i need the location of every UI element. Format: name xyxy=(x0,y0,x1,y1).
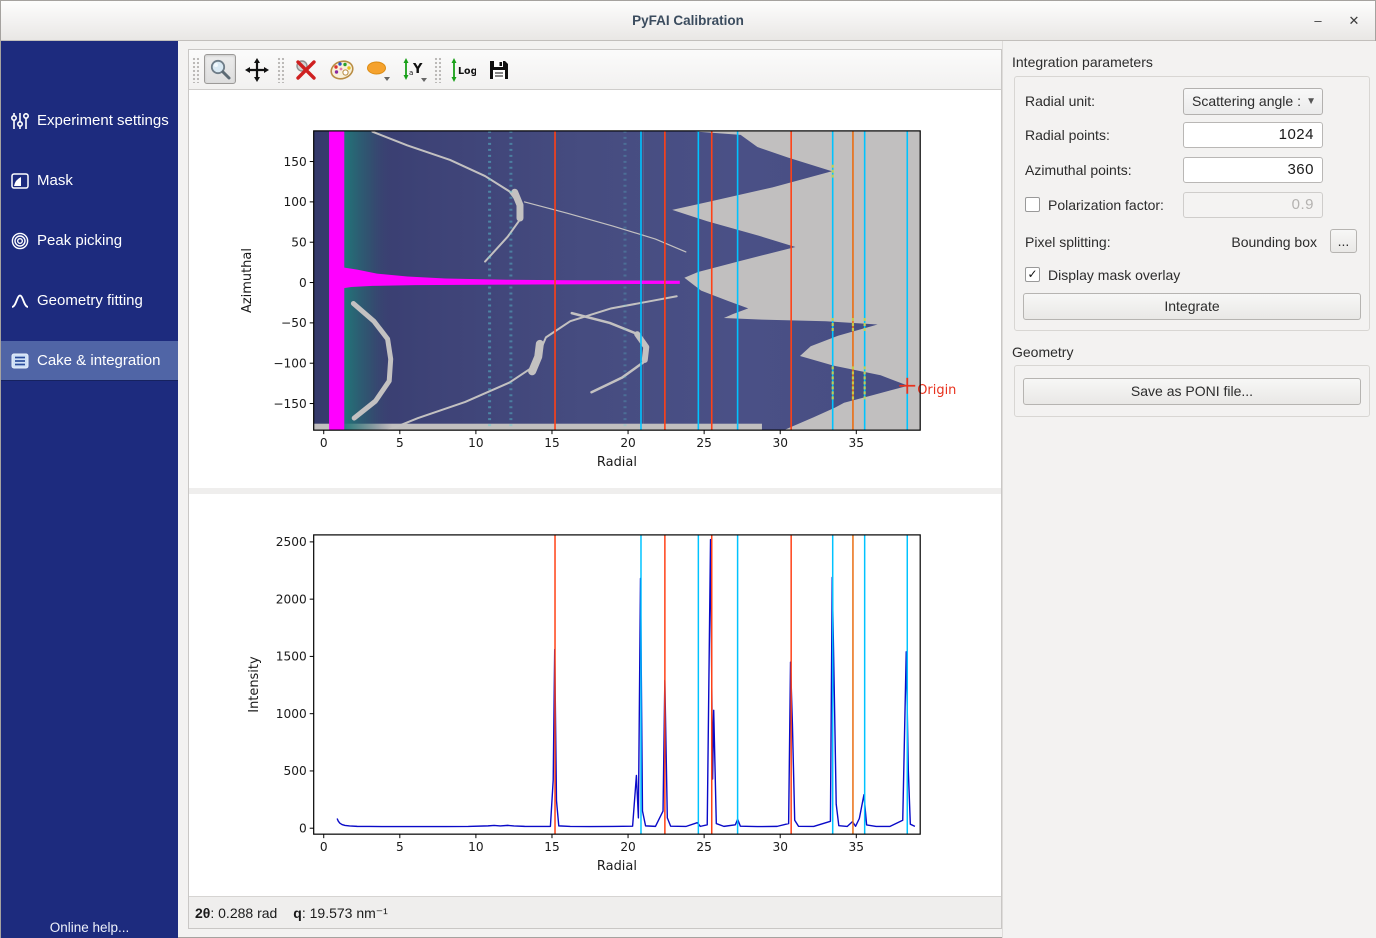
svg-text:150: 150 xyxy=(284,155,307,169)
svg-text:15: 15 xyxy=(544,436,559,450)
chevron-down-icon: ▼ xyxy=(1306,89,1316,114)
svg-text:5: 5 xyxy=(396,840,404,854)
svg-text:10: 10 xyxy=(468,436,483,450)
save-button[interactable] xyxy=(482,54,514,84)
svg-text:2500: 2500 xyxy=(276,535,307,549)
sidebar-item-geometry-fitting[interactable]: Geometry fitting xyxy=(1,281,178,321)
mask-icon xyxy=(10,171,30,191)
window-title: PyFAI Calibration xyxy=(1,1,1375,41)
sidebar-item-experiment-settings[interactable]: Experiment settings xyxy=(1,101,178,141)
svg-text:Origin: Origin xyxy=(917,383,956,398)
toolbar-handle xyxy=(192,57,199,83)
cake-xlabel: Radial xyxy=(597,455,637,470)
remove-rings-button[interactable] xyxy=(289,54,321,84)
svg-text:20: 20 xyxy=(620,436,635,450)
svg-text:Y: Y xyxy=(412,62,423,77)
svg-text:1500: 1500 xyxy=(276,650,307,664)
svg-text:30: 30 xyxy=(772,436,787,450)
svg-text:0: 0 xyxy=(299,276,307,290)
online-help-link[interactable]: Online help... xyxy=(1,920,178,935)
colormap-button[interactable] xyxy=(325,54,357,84)
integration-parameters-title: Integration parameters xyxy=(1012,54,1153,70)
pixel-splitting-more-button[interactable]: ... xyxy=(1330,229,1357,253)
cake-ylabel: Azimuthal xyxy=(240,248,255,313)
sidebar-item-label: Cake & integration xyxy=(37,341,160,381)
svg-text:−50: −50 xyxy=(281,316,307,330)
plot-panel: aYLog Origin05101520253035−150−100−50050… xyxy=(188,49,1002,929)
sidebar: Experiment settings Mask Peak picking Geome… xyxy=(1,41,178,938)
sidebar-item-label: Experiment settings xyxy=(37,101,169,141)
close-button[interactable]: ✕ xyxy=(1341,1,1367,41)
save-poni-button[interactable]: Save as PONI file... xyxy=(1023,378,1361,405)
app-window: PyFAI Calibration – ✕ Experiment setting… xyxy=(0,0,1376,938)
svg-text:10: 10 xyxy=(468,840,483,854)
svg-text:20: 20 xyxy=(620,840,635,854)
svg-text:−150: −150 xyxy=(273,397,306,411)
cake-plot-image[interactable] xyxy=(314,128,921,438)
svg-text:35: 35 xyxy=(849,840,864,854)
polarization-checkbox[interactable] xyxy=(1025,197,1040,212)
svg-text:50: 50 xyxy=(291,235,306,249)
svg-text:2000: 2000 xyxy=(276,592,307,606)
minimize-button[interactable]: – xyxy=(1305,1,1331,41)
zoom-button[interactable] xyxy=(204,54,236,84)
status-2: 2θ: 0.288 rad xyxy=(195,905,277,921)
sidebar-item-label: Peak picking xyxy=(37,221,122,261)
radial-unit-combo[interactable]: Scattering angle : ▼ xyxy=(1183,88,1323,115)
title-bar: PyFAI Calibration – ✕ xyxy=(1,1,1375,41)
azimuthal-points-input[interactable]: 360 xyxy=(1183,157,1323,183)
svg-text:1000: 1000 xyxy=(276,707,307,721)
pixel-splitting-label: Pixel splitting: xyxy=(1025,234,1111,250)
log-scale-button[interactable]: Log xyxy=(446,54,478,84)
sidebar-item-cake-integration[interactable]: Cake & integration xyxy=(1,341,178,381)
sidebar-item-mask[interactable]: Mask xyxy=(1,161,178,201)
toolbar-separator xyxy=(277,57,284,83)
svg-text:25: 25 xyxy=(696,840,711,854)
polarization-label: Polarization factor: xyxy=(1048,197,1164,213)
radial-points-input[interactable]: 1024 xyxy=(1183,122,1323,148)
pan-button[interactable] xyxy=(240,54,272,84)
svg-text:Log: Log xyxy=(458,66,476,77)
svg-text:100: 100 xyxy=(284,195,307,209)
azimuthal-points-label: Azimuthal points: xyxy=(1025,162,1132,178)
display-mask-checkbox[interactable]: ✓ xyxy=(1025,267,1040,282)
autoscale-y-button[interactable]: aY xyxy=(397,54,429,84)
parameters-panel: Integration parameters Radial unit: Scat… xyxy=(1002,41,1376,938)
svg-text:35: 35 xyxy=(849,436,864,450)
svg-text:15: 15 xyxy=(544,840,559,854)
svg-text:0: 0 xyxy=(299,821,307,835)
svg-text:0: 0 xyxy=(320,436,328,450)
plots-canvas[interactable]: Origin05101520253035−150−100−50050100150… xyxy=(189,90,1001,896)
radial-unit-label: Radial unit: xyxy=(1025,93,1095,109)
geometry-group: Save as PONI file... xyxy=(1014,365,1370,417)
mask-color-button[interactable] xyxy=(361,54,393,84)
integration-parameters-group: Radial unit: Scattering angle : ▼ Radial… xyxy=(1014,76,1370,331)
geometry-title: Geometry xyxy=(1012,344,1073,360)
sidebar-item-peak-picking[interactable]: Peak picking xyxy=(1,221,178,261)
integration-xlabel: Radial xyxy=(597,859,637,874)
svg-text:25: 25 xyxy=(696,436,711,450)
cake-icon xyxy=(10,351,30,371)
status-bar: 2θ: 0.288 rad q: 19.573 nm⁻¹ xyxy=(189,896,1001,928)
sliders-icon xyxy=(10,111,30,131)
svg-text:30: 30 xyxy=(772,840,787,854)
svg-text:500: 500 xyxy=(284,764,307,778)
sidebar-item-label: Mask xyxy=(37,161,73,201)
svg-text:5: 5 xyxy=(396,436,404,450)
radial-points-label: Radial points: xyxy=(1025,127,1110,143)
polarization-input: 0.9 xyxy=(1183,192,1323,218)
peak-curve-icon xyxy=(10,291,30,311)
integrate-button[interactable]: Integrate xyxy=(1023,293,1361,320)
integration-ylabel: Intensity xyxy=(247,656,262,713)
pixel-splitting-value: Bounding box xyxy=(1231,234,1317,250)
target-icon xyxy=(10,231,30,251)
display-mask-label: Display mask overlay xyxy=(1048,267,1180,283)
plot-toolbar: aY Log xyxy=(189,50,1001,90)
svg-text:0: 0 xyxy=(320,840,328,854)
toolbar-separator xyxy=(434,57,441,83)
svg-text:−100: −100 xyxy=(273,356,306,370)
radial-unit-value: Scattering angle : xyxy=(1192,93,1301,109)
status-q: q: 19.573 nm⁻¹ xyxy=(293,905,388,921)
sidebar-item-label: Geometry fitting xyxy=(37,281,143,321)
